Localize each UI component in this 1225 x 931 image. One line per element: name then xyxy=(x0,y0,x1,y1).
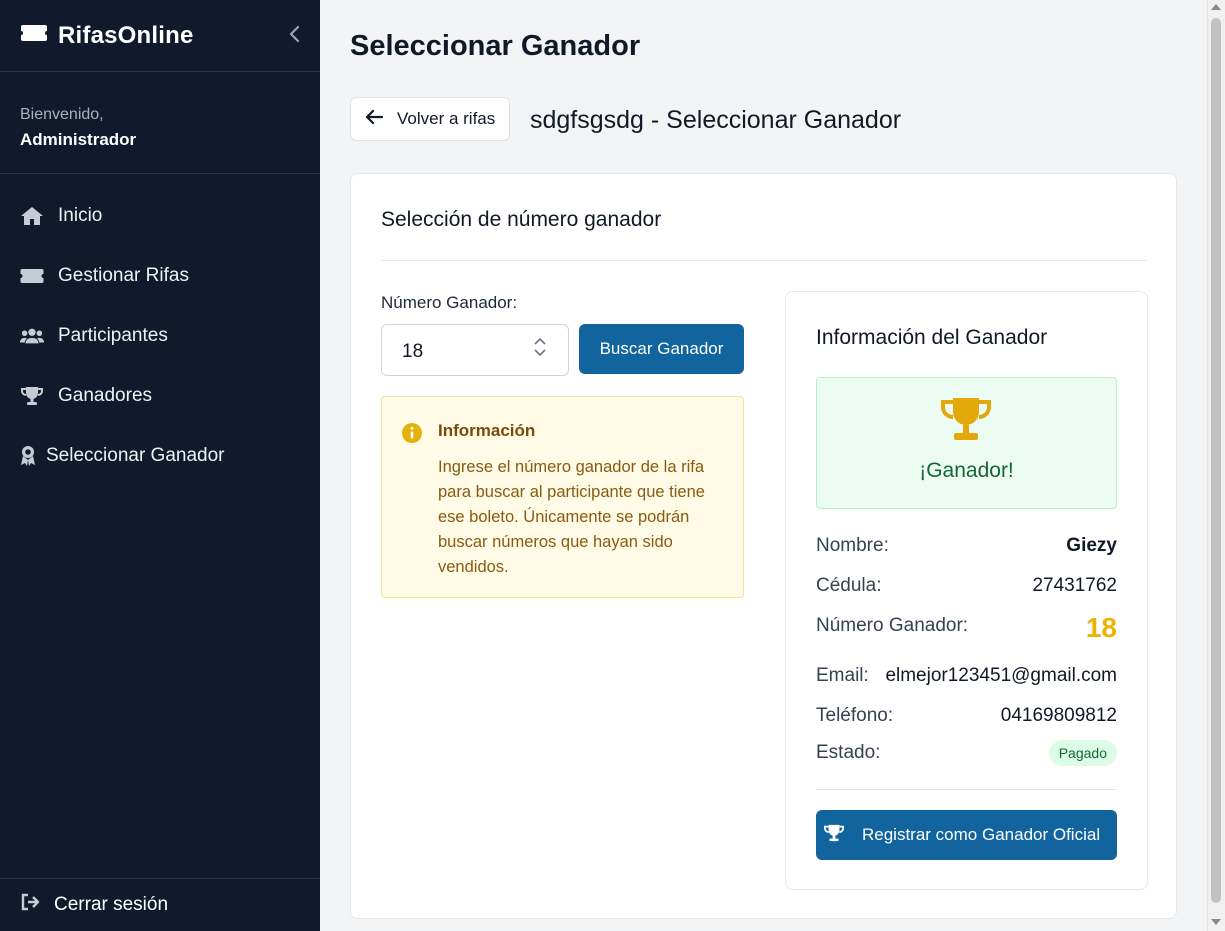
sidebar-item-label: Participantes xyxy=(58,325,168,346)
number-label: Número Ganador: xyxy=(381,293,518,312)
card-title: Selección de número ganador xyxy=(381,208,1147,261)
logout-label: Cerrar sesión xyxy=(54,894,169,915)
arrow-left-icon xyxy=(365,109,384,130)
brand-header: RifasOnline xyxy=(0,0,320,72)
winner-panel-title: Información del Ganador xyxy=(816,326,1048,349)
email-label: Email: xyxy=(816,665,869,686)
sidebar-item-label: Inicio xyxy=(58,205,103,226)
search-winner-button[interactable]: Buscar Ganador xyxy=(579,324,744,374)
back-button-label: Volver a rifas xyxy=(397,109,496,128)
email-value: elmejor123451@gmail.com xyxy=(885,665,1117,686)
winner-row-numero: Número Ganador: 18 xyxy=(816,612,1117,644)
sidebar-item-label: Ganadores xyxy=(58,385,153,406)
info-alert: Información Ingrese el número ganador de… xyxy=(381,396,744,598)
winner-row-cedula: Cédula: 27431762 xyxy=(816,575,1117,597)
user-name: Administrador xyxy=(20,130,137,149)
nombre-value: Giezy xyxy=(1066,535,1117,556)
sidebar-item-ganadores[interactable]: Ganadores xyxy=(0,366,320,426)
number-stepper[interactable] xyxy=(534,337,546,357)
sidebar-item-label: Seleccionar Ganador xyxy=(46,445,225,466)
divider xyxy=(816,789,1117,790)
award-icon xyxy=(20,445,36,467)
winning-number-value: 18 xyxy=(1085,612,1117,643)
page-scrollbar[interactable] xyxy=(1207,0,1225,931)
selection-card: Selección de número ganador Número Ganad… xyxy=(350,173,1177,919)
status-badge: Pagado xyxy=(1048,740,1117,766)
sidebar-item-seleccionar-ganador[interactable]: Seleccionar Ganador xyxy=(0,426,320,486)
number-input-value: 18 xyxy=(402,341,424,362)
sidebar-nav: Inicio Gestionar Rifas Participantes Gan… xyxy=(0,174,320,486)
winner-row-estado: Estado: Pagado xyxy=(816,740,1117,766)
sidebar-item-gestionar-rifas[interactable]: Gestionar Rifas xyxy=(0,246,320,306)
trophy-icon xyxy=(20,385,44,407)
winner-row-email: Email: elmejor123451@gmail.com xyxy=(816,665,1117,687)
telefono-label: Teléfono: xyxy=(816,705,894,726)
main-content: Seleccionar Ganador Volver a rifas sdgfs… xyxy=(320,0,1208,931)
scrollbar-thumb[interactable] xyxy=(1211,18,1221,903)
raffle-subtitle: sdgfsgsdg - Seleccionar Ganador xyxy=(530,106,902,134)
home-icon xyxy=(20,205,44,227)
ticket-icon xyxy=(20,23,48,48)
winner-row-telefono: Teléfono: 04169809812 xyxy=(816,705,1117,727)
chevron-up-icon[interactable] xyxy=(534,337,546,345)
winner-panel: Información del Ganador ¡Ganador! Nombre… xyxy=(785,291,1148,890)
winner-banner-label: ¡Ganador! xyxy=(919,459,1014,482)
logout-icon xyxy=(20,893,42,917)
chevron-down-icon[interactable] xyxy=(534,349,546,357)
trophy-icon xyxy=(939,396,993,449)
logout-button[interactable]: Cerrar sesión xyxy=(0,878,320,931)
page-title: Seleccionar Ganador xyxy=(350,30,641,62)
trophy-icon xyxy=(824,823,844,848)
register-button-label: Registrar como Ganador Oficial xyxy=(862,825,1101,844)
telefono-value: 04169809812 xyxy=(1000,705,1117,726)
scroll-down-arrow-icon[interactable] xyxy=(1211,919,1221,925)
users-icon xyxy=(20,326,44,346)
welcome-block: Bienvenido, Administrador xyxy=(0,72,320,174)
sidebar-item-label: Gestionar Rifas xyxy=(58,265,189,286)
cedula-value: 27431762 xyxy=(1032,575,1117,596)
winner-row-nombre: Nombre: Giezy xyxy=(816,535,1117,557)
sidebar: RifasOnline Bienvenido, Administrador In… xyxy=(0,0,320,931)
estado-label: Estado: xyxy=(816,742,881,763)
brand-title: RifasOnline xyxy=(58,21,194,49)
winning-number-input[interactable]: 18 xyxy=(381,324,569,376)
collapse-sidebar-button[interactable] xyxy=(288,23,300,49)
cedula-label: Cédula: xyxy=(816,575,882,596)
ticket-icon xyxy=(20,268,44,284)
sidebar-item-inicio[interactable]: Inicio xyxy=(0,186,320,246)
sidebar-item-participantes[interactable]: Participantes xyxy=(0,306,320,366)
scroll-up-arrow-icon[interactable] xyxy=(1211,4,1221,10)
info-icon xyxy=(402,423,422,448)
welcome-label: Bienvenido, xyxy=(20,106,104,123)
chevron-left-icon xyxy=(289,25,300,42)
info-text: Ingrese el número ganador de la rifa par… xyxy=(438,458,705,576)
nombre-label: Nombre: xyxy=(816,535,889,556)
back-button[interactable]: Volver a rifas xyxy=(350,97,511,141)
numero-label: Número Ganador: xyxy=(816,615,969,636)
info-title: Información xyxy=(438,421,536,440)
winner-banner: ¡Ganador! xyxy=(816,377,1117,509)
register-winner-button[interactable]: Registrar como Ganador Oficial xyxy=(816,810,1117,860)
